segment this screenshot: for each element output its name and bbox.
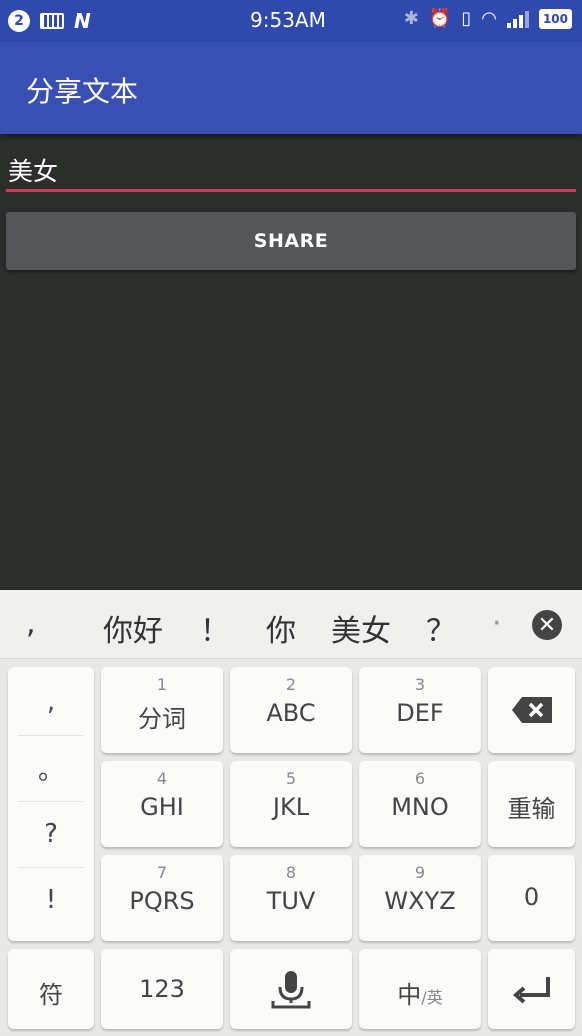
key-1-fenci[interactable]: 1 分词 (101, 667, 223, 753)
ime-keyboard: , 。 ? ! 1 分词 2 ABC 3 DEF 4 GHI 5 JKL 6 M… (0, 659, 582, 1036)
status-time: 9:53AM (250, 8, 326, 32)
key-2-abc[interactable]: 2 ABC (230, 667, 352, 753)
status-left-icons: 2 N (8, 9, 91, 33)
share-text-value: 美女 (8, 157, 59, 186)
candidate-item[interactable]: ！ (200, 606, 230, 650)
candidate-item[interactable]: ？ (426, 606, 456, 650)
app-bar: 分享文本 (0, 42, 582, 134)
backspace-key[interactable] (488, 667, 575, 753)
key-4-ghi[interactable]: 4 GHI (101, 761, 223, 847)
keyboard-icon (40, 13, 64, 29)
key-label: TUV (266, 887, 316, 915)
alarm-icon: ⏰ (428, 8, 452, 29)
key-number: 4 (156, 769, 168, 788)
key-8-tuv[interactable]: 8 TUV (230, 855, 352, 941)
key-5-jkl[interactable]: 5 JKL (230, 761, 352, 847)
candidate-item[interactable]: · (492, 606, 502, 641)
share-text-input[interactable]: 美女 (6, 148, 576, 192)
candidate-item[interactable]: 你 (266, 606, 296, 650)
notification-count-badge: 2 (8, 10, 30, 32)
vibrate-icon: ▯ (461, 8, 472, 29)
candidate-item[interactable]: 你好 (103, 606, 163, 650)
key-label: GHI (140, 793, 184, 821)
punct-key-question[interactable]: ? (18, 801, 84, 868)
reinput-key[interactable]: 重输 (488, 761, 575, 847)
punct-key-period[interactable]: 。 (18, 735, 84, 802)
key-label: MNO (391, 793, 449, 821)
zh-label: 中 (397, 981, 422, 1009)
key-label: 中/英 (359, 975, 481, 1010)
key-label: ABC (266, 699, 316, 727)
language-switch-key[interactable]: 中/英 (359, 949, 481, 1029)
key-number: 1 (156, 675, 168, 694)
punct-key-exclaim[interactable]: ! (18, 867, 84, 933)
number-mode-key[interactable]: 123 (101, 949, 223, 1029)
share-button[interactable]: SHARE (6, 212, 576, 270)
wifi-icon: ◠ (481, 8, 497, 29)
key-7-pqrs[interactable]: 7 PQRS (101, 855, 223, 941)
enter-key[interactable] (488, 949, 575, 1029)
bluetooth-icon: ✱ (403, 8, 419, 29)
key-label: 重输 (507, 795, 556, 823)
status-right-icons: ✱ ⏰ ▯ ◠ 100 (404, 8, 572, 29)
punct-key-comma[interactable]: , (18, 669, 84, 736)
key-3-def[interactable]: 3 DEF (359, 667, 481, 753)
key-number: 3 (414, 675, 426, 694)
key-label: 123 (139, 975, 185, 1003)
page-title: 分享文本 (26, 75, 139, 108)
status-bar: 2 N 9:53AM ✱ ⏰ ▯ ◠ 100 (0, 0, 582, 42)
punctuation-column: , 。 ? ! (8, 667, 94, 941)
key-number: 2 (285, 675, 297, 694)
key-number: 7 (156, 863, 168, 882)
input-underline (6, 189, 576, 192)
key-number: 6 (414, 769, 426, 788)
key-6-mno[interactable]: 6 MNO (359, 761, 481, 847)
key-label: 0 (523, 883, 540, 911)
candidate-item[interactable]: 美女 (331, 606, 391, 650)
key-number: 8 (285, 863, 297, 882)
en-label: /英 (421, 988, 443, 1007)
key-0[interactable]: 0 (488, 855, 575, 941)
close-candidates-icon[interactable]: ✕ (532, 610, 562, 640)
microphone-icon (230, 967, 352, 1017)
voice-key[interactable] (230, 949, 352, 1029)
signal-icon (506, 10, 529, 28)
key-label: WXYZ (384, 887, 456, 915)
enter-icon (488, 971, 575, 1013)
symbol-key[interactable]: 符 (8, 949, 94, 1029)
backspace-icon (488, 695, 575, 731)
key-number: 5 (285, 769, 297, 788)
key-label: PQRS (129, 887, 195, 915)
battery-icon: 100 (538, 8, 572, 29)
key-number: 9 (414, 863, 426, 882)
candidate-item[interactable]: , (26, 606, 36, 641)
candidate-bar: , 你好 ！ 你 美女 ？ · (0, 590, 582, 659)
key-9-wxyz[interactable]: 9 WXYZ (359, 855, 481, 941)
n-app-icon: N (74, 9, 91, 33)
key-label: 符 (39, 981, 63, 1009)
key-label: 分词 (138, 705, 186, 733)
key-label: DEF (396, 699, 444, 727)
key-label: JKL (272, 793, 310, 821)
